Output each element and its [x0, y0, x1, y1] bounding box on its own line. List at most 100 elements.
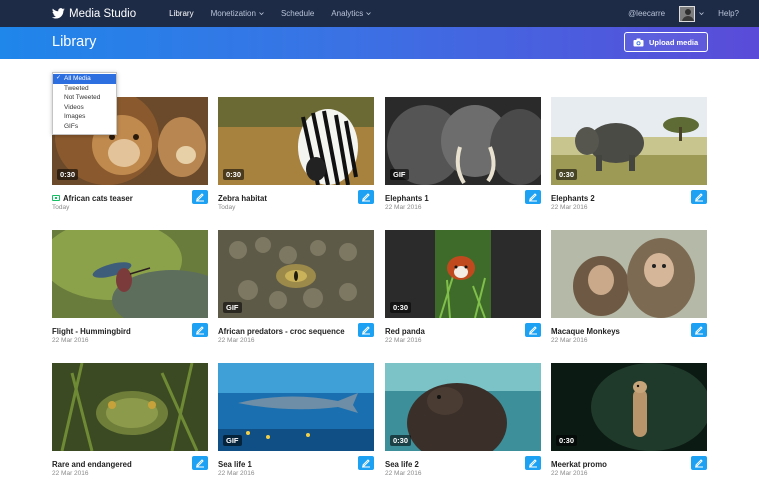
edit-pencil-icon: [695, 193, 703, 202]
media-thumbnail[interactable]: [52, 363, 208, 451]
duration-badge: 0:30: [223, 169, 245, 180]
nav-library[interactable]: Library: [169, 0, 193, 27]
user-handle[interactable]: @leecarre: [628, 9, 665, 18]
media-date: 22 Mar 2016: [218, 470, 255, 477]
edit-button[interactable]: [192, 456, 208, 470]
avatar-body: [682, 15, 695, 21]
filter-option-not-tweeted[interactable]: Not Tweeted: [53, 93, 116, 103]
chevron-down-icon: [259, 12, 264, 16]
media-date: 22 Mar 2016: [385, 204, 422, 211]
chevron-down-icon[interactable]: [699, 11, 704, 16]
edit-button[interactable]: [691, 190, 707, 204]
edit-button[interactable]: [525, 190, 541, 204]
nav-library-label: Library: [169, 9, 194, 18]
media-thumbnail[interactable]: 0:30: [551, 97, 707, 185]
media-date: 22 Mar 2016: [385, 470, 422, 477]
edit-button[interactable]: [691, 323, 707, 337]
media-thumbnail[interactable]: 0:30: [218, 97, 374, 185]
media-title: Sea life 1: [218, 459, 252, 469]
filter-option-videos[interactable]: Videos: [53, 103, 116, 113]
media-thumbnail[interactable]: [52, 230, 208, 318]
filter-option-label: Not Tweeted: [64, 94, 101, 102]
edit-pencil-icon: [362, 326, 370, 335]
edit-pencil-icon: [529, 459, 537, 468]
nav-analytics-label: Analytics: [331, 9, 364, 18]
duration-badge: 0:30: [390, 302, 412, 313]
media-thumbnail[interactable]: 0:30: [385, 230, 541, 318]
media-title: Zebra habitat: [218, 193, 267, 203]
tweeted-video-icon: [52, 195, 60, 201]
avatar[interactable]: [679, 5, 696, 22]
filter-option-gifs[interactable]: GIFs: [53, 122, 116, 132]
duration-badge: 0:30: [556, 435, 578, 446]
top-nav: Media Studio Library Monetization Schedu…: [0, 0, 759, 27]
filter-option-label: Videos: [64, 103, 84, 111]
help-link[interactable]: Help?: [718, 9, 739, 18]
edit-pencil-icon: [529, 326, 537, 335]
edit-pencil-icon: [529, 193, 537, 202]
media-date: 22 Mar 2016: [551, 337, 588, 344]
filter-option-tweeted[interactable]: Tweeted: [53, 84, 116, 94]
edit-button[interactable]: [358, 456, 374, 470]
media-thumbnail[interactable]: GIF: [218, 230, 374, 318]
duration-badge: 0:30: [556, 169, 578, 180]
camera-icon: [633, 38, 644, 46]
thumbnail-art: [551, 230, 707, 318]
media-filter-dropdown[interactable]: ✓ All Media Tweeted Not Tweeted Videos I…: [52, 72, 117, 135]
twitter-bird-icon: [52, 8, 65, 19]
edit-pencil-icon: [196, 459, 204, 468]
filter-option-label: Images: [64, 113, 86, 121]
filter-option-label: All Media: [64, 75, 91, 82]
brand[interactable]: Media Studio: [52, 0, 136, 27]
edit-pencil-icon: [196, 326, 204, 335]
duration-badge: 0:30: [390, 435, 412, 446]
checkmark-icon: ✓: [56, 75, 62, 81]
header-band: Library Upload media: [0, 27, 759, 59]
app-name: Media Studio: [69, 7, 137, 20]
edit-pencil-icon: [362, 459, 370, 468]
nav-monetization[interactable]: Monetization: [211, 0, 264, 27]
media-date: 22 Mar 2016: [551, 470, 588, 477]
media-title: Rare and endangered: [52, 459, 132, 469]
edit-pencil-icon: [695, 459, 703, 468]
upload-media-label: Upload media: [649, 37, 699, 47]
chevron-down-icon: [366, 12, 372, 16]
media-thumbnail[interactable]: [551, 230, 707, 318]
edit-pencil-icon: [362, 193, 370, 202]
avatar-head: [685, 8, 692, 15]
filter-option-label: GIFs: [64, 122, 79, 130]
media-title: African predators - croc sequence: [218, 326, 345, 336]
filter-option-all-media[interactable]: ✓ All Media: [53, 74, 116, 84]
filter-option-label: Tweeted: [64, 84, 89, 92]
media-title: Flight - Hummingbird: [52, 326, 131, 336]
media-date: Today: [52, 204, 70, 211]
media-title: Elephants 2: [551, 193, 595, 203]
edit-button[interactable]: [691, 456, 707, 470]
upload-media-button[interactable]: Upload media: [624, 32, 708, 52]
edit-button[interactable]: [192, 190, 208, 204]
edit-button[interactable]: [525, 456, 541, 470]
thumbnail-art: [52, 230, 208, 318]
media-thumbnail[interactable]: 0:30: [385, 363, 541, 451]
media-date: Today: [218, 204, 236, 211]
edit-button[interactable]: [192, 323, 208, 337]
edit-pencil-icon: [196, 193, 204, 202]
media-thumbnail[interactable]: GIF: [385, 97, 541, 185]
filter-option-images[interactable]: Images: [53, 112, 116, 122]
edit-button[interactable]: [358, 323, 374, 337]
media-thumbnail[interactable]: GIF: [218, 363, 374, 451]
media-title: Macaque Monkeys: [551, 326, 620, 336]
media-title: Red panda: [385, 326, 425, 336]
nav-schedule[interactable]: Schedule: [281, 0, 314, 27]
page-title: Library: [52, 34, 97, 50]
media-title: African cats teaser: [63, 193, 133, 203]
nav-schedule-label: Schedule: [280, 9, 315, 18]
edit-pencil-icon: [695, 326, 703, 335]
media-title: Meerkat promo: [551, 459, 607, 469]
media-date: 22 Mar 2016: [218, 337, 255, 344]
edit-button[interactable]: [525, 323, 541, 337]
media-thumbnail[interactable]: 0:30: [551, 363, 707, 451]
media-date: 22 Mar 2016: [551, 204, 588, 211]
edit-button[interactable]: [358, 190, 374, 204]
nav-analytics[interactable]: Analytics: [331, 0, 372, 27]
